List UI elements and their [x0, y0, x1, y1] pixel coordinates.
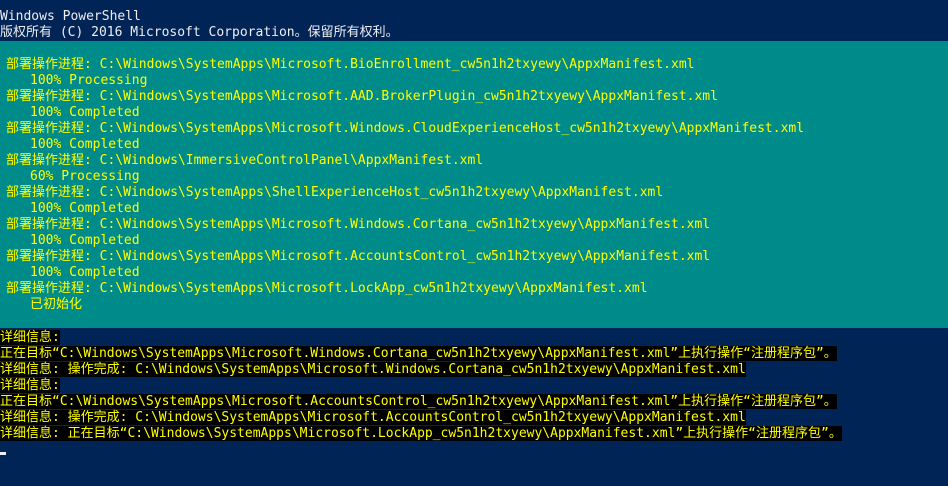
progress-operation: 部署操作进程: C:\Windows\SystemApps\Microsoft.… — [6, 217, 711, 232]
verbose-text: 正在目标“C:\Windows\SystemApps\Microsoft.Acc… — [0, 394, 837, 409]
verbose-text: 详细信息: 操作完成: C:\Windows\SystemApps\Micros… — [0, 410, 746, 425]
powershell-console[interactable]: Windows PowerShell 版权所有 (C) 2016 Microso… — [0, 0, 948, 486]
text-cursor — [0, 452, 6, 455]
progress-status: 100% Processing — [30, 73, 148, 88]
verbose-text: 详细信息: 正在目标“C:\Windows\SystemApps\Microso… — [0, 426, 842, 441]
progress-operation: 部署操作进程: C:\Windows\SystemApps\Microsoft.… — [6, 89, 718, 104]
progress-operation: 部署操作进程: C:\Windows\ImmersiveControlPanel… — [6, 153, 484, 168]
progress-status: 已初始化 — [30, 297, 83, 312]
progress-panel: 部署操作进程: C:\Windows\SystemApps\Microsoft.… — [0, 41, 948, 328]
progress-operation: 部署操作进程: C:\Windows\SystemApps\Microsoft.… — [6, 281, 648, 296]
verbose-text: 详细信息: — [0, 330, 60, 345]
verbose-text: 详细信息: 操作完成: C:\Windows\SystemApps\Micros… — [0, 362, 746, 377]
verbose-line: 正在目标“C:\Windows\SystemApps\Microsoft.Win… — [0, 346, 948, 362]
copyright-line: 版权所有 (C) 2016 Microsoft Corporation。保留所有… — [0, 25, 399, 40]
verbose-line: 详细信息: 操作完成: C:\Windows\SystemApps\Micros… — [0, 362, 948, 378]
progress-status: 100% Completed — [30, 265, 140, 280]
progress-operation: 部署操作进程: C:\Windows\SystemApps\Microsoft.… — [6, 249, 711, 264]
verbose-text: 正在目标“C:\Windows\SystemApps\Microsoft.Win… — [0, 346, 837, 361]
progress-operation: 部署操作进程: C:\Windows\SystemApps\Microsoft.… — [6, 121, 805, 136]
progress-status: 100% Completed — [30, 105, 140, 120]
verbose-line: 详细信息: — [0, 378, 948, 394]
console-title-line: Windows PowerShell — [0, 9, 141, 24]
progress-status: 100% Completed — [30, 233, 140, 248]
progress-status: 100% Completed — [30, 137, 140, 152]
progress-operation: 部署操作进程: C:\Windows\SystemApps\ShellExper… — [6, 185, 664, 200]
verbose-line: 正在目标“C:\Windows\SystemApps\Microsoft.Acc… — [0, 394, 948, 410]
progress-status: 100% Completed — [30, 201, 140, 216]
console-header: Windows PowerShell 版权所有 (C) 2016 Microso… — [0, 9, 948, 41]
verbose-text: 详细信息: — [0, 378, 60, 393]
progress-status: 60% Processing — [30, 169, 140, 184]
progress-operation: 部署操作进程: C:\Windows\SystemApps\Microsoft.… — [6, 57, 695, 72]
verbose-line: 详细信息: 正在目标“C:\Windows\SystemApps\Microso… — [0, 426, 948, 442]
verbose-line: 详细信息: — [0, 330, 948, 346]
progress-list: 部署操作进程: C:\Windows\SystemApps\Microsoft.… — [0, 57, 804, 313]
verbose-line: 详细信息: 操作完成: C:\Windows\SystemApps\Micros… — [0, 410, 948, 426]
verbose-output: 详细信息: 正在目标“C:\Windows\SystemApps\Microso… — [0, 330, 948, 442]
